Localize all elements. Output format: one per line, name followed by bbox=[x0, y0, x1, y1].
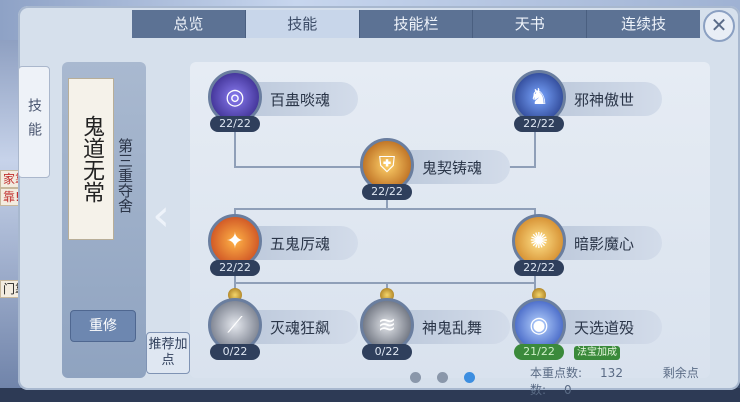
close-button[interactable]: ✕ bbox=[703, 10, 735, 42]
chevron-left-icon[interactable]: ‹ bbox=[146, 192, 176, 240]
artifact-bonus-badge: 法宝加成 bbox=[574, 346, 620, 360]
skill-name: 鬼契铸魂 bbox=[422, 159, 483, 177]
skill-name: 暗影魔心 bbox=[574, 235, 635, 253]
page-dot[interactable] bbox=[437, 372, 448, 383]
skill-points: 0/22 bbox=[362, 344, 412, 360]
skill-points: 22/22 bbox=[210, 116, 260, 132]
skill-points: 0/22 bbox=[210, 344, 260, 360]
skill-node[interactable]: ✦ 五鬼厉魂 22/22 bbox=[208, 214, 358, 276]
recommend-points-button[interactable]: 推荐加点 bbox=[146, 332, 190, 374]
tab-bar: 总览 技能 技能栏 天书 连续技 bbox=[132, 10, 700, 38]
skill-node[interactable]: ⟋ 灭魂狂飙 0/22 bbox=[208, 288, 358, 360]
tree-line bbox=[234, 208, 536, 210]
tab-heaven-book[interactable]: 天书 bbox=[473, 10, 588, 38]
skill-node[interactable]: ♞ 邪神傲世 22/22 bbox=[512, 70, 662, 132]
point-stats: 本重点数: 132 剩余点数: 0 bbox=[530, 364, 740, 398]
tab-skill-bar[interactable]: 技能栏 bbox=[359, 10, 474, 38]
skill-points: 22/22 bbox=[514, 116, 564, 132]
skill-points: 22/22 bbox=[362, 184, 412, 200]
skill-points: 22/22 bbox=[514, 260, 564, 276]
skill-node[interactable]: ✺ 暗影魔心 22/22 bbox=[512, 214, 662, 276]
skill-node[interactable]: ⛨ 鬼契铸魂 22/22 bbox=[360, 138, 510, 200]
tab-overview[interactable]: 总览 bbox=[132, 10, 246, 38]
side-tab-skills[interactable]: 技能 bbox=[18, 66, 50, 178]
tree-line bbox=[234, 282, 536, 284]
skill-name: 灭魂狂飙 bbox=[270, 319, 331, 337]
skill-name: 天选道殁 bbox=[574, 319, 635, 337]
skill-points: 21/22 bbox=[514, 344, 564, 360]
skill-name: 五鬼厉魂 bbox=[270, 235, 331, 253]
path-name: 第三重夺舍 bbox=[116, 138, 134, 213]
reset-button[interactable]: 重修 bbox=[70, 310, 136, 342]
skill-points: 22/22 bbox=[210, 260, 260, 276]
page-indicator bbox=[410, 372, 475, 383]
skill-name: 神鬼乱舞 bbox=[422, 319, 483, 337]
skill-name: 百蛊啖魂 bbox=[270, 91, 331, 109]
skill-node[interactable]: ◉ 天选道殁 21/22 法宝加成 bbox=[512, 288, 662, 360]
skill-node[interactable]: ◎ 百蛊啖魂 22/22 bbox=[208, 70, 358, 132]
tab-skills[interactable]: 技能 bbox=[245, 10, 360, 38]
tab-combo[interactable]: 连续技 bbox=[587, 10, 700, 38]
close-icon: ✕ bbox=[710, 13, 728, 37]
skill-node[interactable]: ≋ 神鬼乱舞 0/22 bbox=[360, 288, 510, 360]
layer-points: 本重点数: 132 bbox=[530, 366, 623, 380]
page-dot-active[interactable] bbox=[464, 372, 475, 383]
page-dot[interactable] bbox=[410, 372, 421, 383]
path-scroll: 鬼道无常 bbox=[68, 78, 114, 240]
skill-name: 邪神傲世 bbox=[574, 91, 635, 109]
